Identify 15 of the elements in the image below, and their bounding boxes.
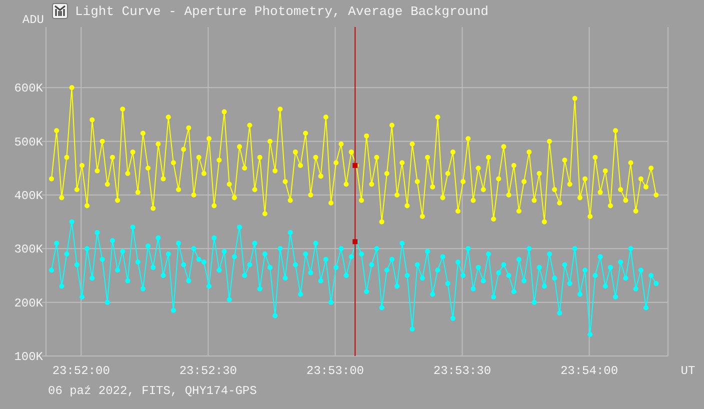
x-tick-label: 23:52:30 xyxy=(179,364,237,378)
y-tick-label: 600K xyxy=(14,82,43,96)
x-axis-label: UT xyxy=(680,364,696,378)
y-tick-label: 100K xyxy=(14,350,43,364)
x-tick-label: 23:54:00 xyxy=(560,364,618,378)
y-tick-label: 200K xyxy=(14,296,43,310)
y-axis-label: ADU xyxy=(22,13,44,27)
y-tick-label: 400K xyxy=(14,189,43,203)
x-tick-label: 23:52:00 xyxy=(52,364,110,378)
y-tick-label: 300K xyxy=(14,242,43,257)
window-title: Light Curve - Aperture Photometry, Average Background xyxy=(75,4,488,18)
x-tick-label: 23:53:00 xyxy=(306,364,364,378)
x-tick-label: 23:53:30 xyxy=(433,364,492,378)
y-tick-label: 500K xyxy=(14,135,43,150)
footer-text: 06 paź 2022, FITS, QHY174-GPS xyxy=(47,384,258,398)
